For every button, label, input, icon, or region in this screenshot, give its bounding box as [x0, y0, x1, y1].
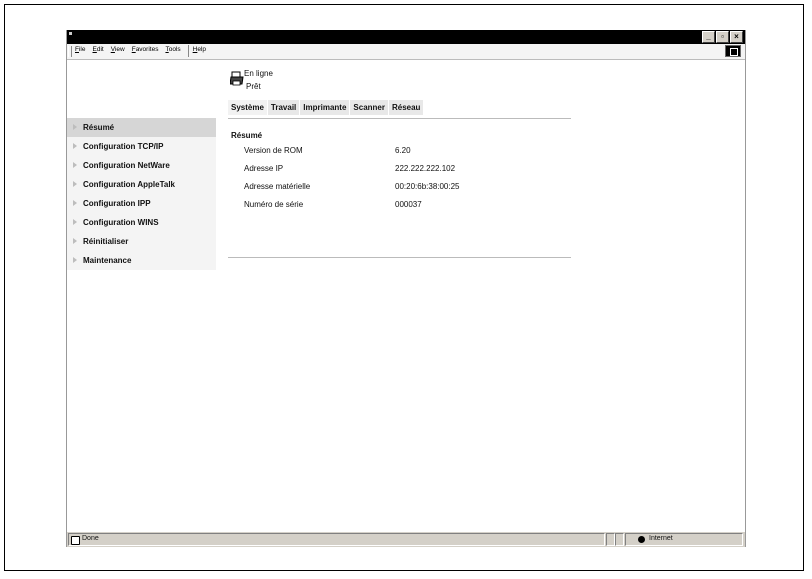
- windows-logo-icon: [725, 45, 741, 57]
- sidebar-item-label: Configuration AppleTalk: [83, 180, 175, 189]
- sidebar-item-label: Configuration IPP: [83, 199, 151, 208]
- sidebar: Résumé Configuration TCP/IP Configuratio…: [67, 118, 216, 270]
- zone-label: Internet: [649, 535, 673, 542]
- maximize-button[interactable]: ▫: [716, 31, 729, 43]
- menu-file[interactable]: File: [75, 46, 86, 57]
- menu-edit[interactable]: Edit: [93, 46, 104, 57]
- triangle-right-icon: [73, 162, 77, 168]
- sidebar-item-reinitialiser[interactable]: Réinitialiser: [67, 232, 216, 251]
- sidebar-item-appletalk[interactable]: Configuration AppleTalk: [67, 175, 216, 194]
- tab-travail[interactable]: Travail: [267, 100, 300, 115]
- sidebar-item-label: Réinitialiser: [83, 237, 129, 246]
- triangle-right-icon: [73, 200, 77, 206]
- sidebar-item-wins[interactable]: Configuration WINS: [67, 213, 216, 232]
- info-value: 00:20:6b:38:00:25: [395, 182, 460, 191]
- title-bar: _ ▫ ×: [67, 30, 745, 44]
- info-row-rom: Version de ROM 6.20: [231, 146, 571, 164]
- status-cell: [606, 533, 615, 546]
- info-label: Numéro de série: [244, 200, 304, 209]
- toolbar-grip[interactable]: [68, 46, 72, 57]
- info-row-ip: Adresse IP 222.222.222.102: [231, 164, 571, 182]
- menu-items: File Edit View Favorites Tools Help: [75, 45, 213, 57]
- sidebar-item-netware[interactable]: Configuration NetWare: [67, 156, 216, 175]
- triangle-right-icon: [73, 219, 77, 225]
- sidebar-item-tcpip[interactable]: Configuration TCP/IP: [67, 137, 216, 156]
- sidebar-item-maintenance[interactable]: Maintenance: [67, 251, 216, 270]
- tab-systeme[interactable]: Système: [228, 100, 267, 115]
- summary-title: Résumé: [231, 131, 263, 140]
- status-bar: Done Internet: [67, 531, 745, 547]
- globe-icon: [638, 536, 645, 543]
- menu-help[interactable]: Help: [193, 46, 206, 57]
- minimize-button[interactable]: _: [702, 31, 715, 43]
- triangle-right-icon: [73, 181, 77, 187]
- sidebar-item-ipp[interactable]: Configuration IPP: [67, 194, 216, 213]
- info-label: Adresse matérielle: [244, 182, 311, 191]
- sidebar-item-label: Maintenance: [83, 256, 132, 265]
- info-row-mac: Adresse matérielle 00:20:6b:38:00:25: [231, 182, 571, 200]
- page-content: En ligne Prêt Système Travail Imprimante…: [67, 61, 745, 531]
- summary-divider: [228, 257, 571, 258]
- triangle-right-icon: [73, 124, 77, 130]
- info-value: 222.222.222.102: [395, 164, 456, 173]
- sidebar-item-resume[interactable]: Résumé: [67, 118, 216, 137]
- triangle-right-icon: [73, 257, 77, 263]
- menu-favorites[interactable]: Favorites: [132, 46, 159, 57]
- menu-view[interactable]: View: [111, 46, 125, 57]
- status-online: En ligne: [244, 69, 273, 78]
- close-button[interactable]: ×: [730, 31, 743, 43]
- summary-panel: Résumé Version de ROM 6.20 Adresse IP 22…: [231, 131, 571, 218]
- system-menu-icon[interactable]: [69, 32, 72, 35]
- menu-tools[interactable]: Tools: [165, 46, 180, 57]
- security-zone[interactable]: Internet: [625, 533, 743, 546]
- sidebar-item-label: Configuration WINS: [83, 218, 159, 227]
- tab-reseau[interactable]: Réseau: [388, 100, 424, 115]
- menu-bar: File Edit View Favorites Tools Help: [67, 44, 745, 60]
- info-label: Adresse IP: [244, 164, 284, 173]
- triangle-right-icon: [73, 238, 77, 244]
- printer-icon: [230, 71, 244, 86]
- page-done-icon: [71, 536, 80, 545]
- status-text: Done: [82, 535, 99, 542]
- browser-window: _ ▫ × File Edit View Favorites Tools Hel…: [66, 30, 746, 547]
- tab-bar: Système Travail Imprimante Scanner Résea…: [228, 100, 424, 115]
- sidebar-item-label: Configuration TCP/IP: [83, 142, 164, 151]
- tab-scanner[interactable]: Scanner: [350, 100, 388, 115]
- window-controls: _ ▫ ×: [702, 31, 743, 43]
- sidebar-item-label: Configuration NetWare: [83, 161, 170, 170]
- tab-divider: [228, 118, 571, 119]
- tab-imprimante[interactable]: Imprimante: [300, 100, 350, 115]
- triangle-right-icon: [73, 143, 77, 149]
- info-label: Version de ROM: [244, 146, 303, 155]
- status-cell: [615, 533, 624, 546]
- menu-separator: [187, 45, 189, 57]
- info-value: 000037: [395, 200, 422, 209]
- windows-logo-glyph: [730, 48, 738, 56]
- info-row-serial: Numéro de série 000037: [231, 200, 571, 218]
- status-main: Done: [68, 533, 605, 546]
- status-ready: Prêt: [246, 82, 261, 91]
- sidebar-item-label: Résumé: [83, 123, 115, 132]
- info-value: 6.20: [395, 146, 411, 155]
